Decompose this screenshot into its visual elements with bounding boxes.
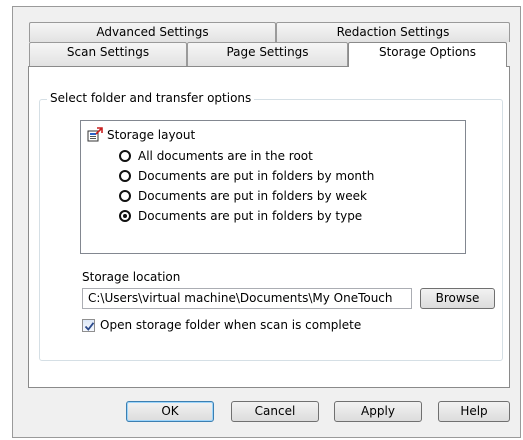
storage-options-dialog: Advanced Settings Redaction Settings Sca… (12, 6, 521, 438)
radio-label: Documents are put in folders by type (138, 209, 363, 223)
help-button[interactable]: Help (438, 401, 510, 422)
radio-button-selected[interactable] (119, 210, 131, 222)
storage-layout-header: Storage layout (87, 127, 195, 143)
cancel-button[interactable]: Cancel (231, 401, 319, 422)
radio-button[interactable] (119, 170, 131, 182)
ok-button[interactable]: OK (126, 401, 214, 422)
radio-button[interactable] (119, 150, 131, 162)
tab-scan-settings[interactable]: Scan Settings (29, 42, 187, 66)
tab-page-settings[interactable]: Page Settings (187, 42, 348, 66)
open-folder-checkbox[interactable] (82, 318, 95, 332)
radio-label: Documents are put in folders by week (138, 189, 367, 203)
tab-redaction-settings[interactable]: Redaction Settings (276, 22, 510, 42)
storage-layout-icon (87, 127, 103, 143)
radio-label: All documents are in the root (138, 149, 313, 163)
radio-option-month[interactable]: Documents are put in folders by month (119, 167, 374, 185)
radio-option-week[interactable]: Documents are put in folders by week (119, 187, 367, 205)
group-legend: Select folder and transfer options (47, 91, 255, 105)
radio-option-root[interactable]: All documents are in the root (119, 147, 313, 165)
tab-content-panel: Select folder and transfer options Stora… (28, 66, 510, 388)
radio-label: Documents are put in folders by month (138, 169, 375, 183)
tab-storage-options[interactable]: Storage Options (348, 42, 507, 67)
storage-layout-list: Storage layout All documents are in the … (80, 120, 466, 254)
storage-location-label: Storage location (82, 270, 181, 284)
browse-button[interactable]: Browse (420, 288, 495, 309)
radio-button[interactable] (119, 190, 131, 202)
open-folder-option[interactable]: Open storage folder when scan is complet… (82, 318, 361, 332)
storage-path-field[interactable]: C:\Users\virtual machine\Documents\My On… (82, 288, 412, 309)
storage-layout-title: Storage layout (107, 128, 196, 142)
apply-button[interactable]: Apply (334, 401, 422, 422)
tab-advanced-settings[interactable]: Advanced Settings (29, 22, 276, 42)
checkmark-icon (84, 321, 95, 331)
radio-option-type[interactable]: Documents are put in folders by type (119, 207, 362, 225)
open-folder-label: Open storage folder when scan is complet… (100, 318, 362, 332)
